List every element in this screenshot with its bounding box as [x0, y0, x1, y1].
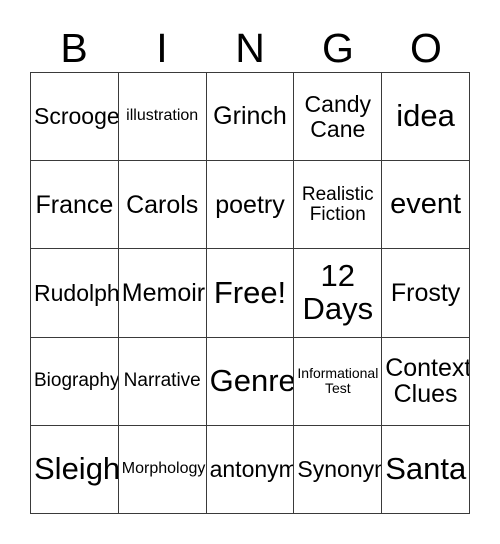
bingo-cell[interactable]: Carols [118, 161, 207, 250]
bingo-cell-label: Candy Cane [304, 91, 372, 142]
bingo-grid: Scrooge illustration Grinch Candy Cane idea F… [30, 72, 470, 514]
bingo-cell[interactable]: Genre [206, 337, 295, 426]
bingo-cell-label: Informational Test [297, 365, 379, 397]
bingo-cell[interactable]: Narrative [118, 337, 207, 426]
bingo-header: B I N G O [30, 16, 470, 70]
bingo-cell-label: Context Clues [385, 353, 470, 409]
bingo-cell-label: 12 Days [302, 258, 374, 326]
bingo-header-letter-g: G [322, 25, 354, 71]
bingo-cell[interactable]: Synonym [294, 425, 383, 514]
bingo-cell-label: idea [396, 98, 455, 134]
bingo-cell[interactable]: Realistic Fiction [294, 161, 383, 250]
bingo-header-letter-i: I [156, 25, 168, 71]
bingo-header-letter-n: N [235, 25, 265, 71]
bingo-cell[interactable]: Morphology [118, 425, 207, 514]
bingo-header-letter-o: O [410, 25, 442, 71]
bingo-cell[interactable]: illustration [118, 73, 207, 162]
bingo-cell-label: Genre [209, 362, 295, 398]
bingo-cell-label: Narrative [123, 370, 201, 392]
bingo-cell-label: France [35, 190, 114, 219]
bingo-cell-label: Grinch [213, 102, 287, 131]
bingo-cell-label: antonym [209, 456, 295, 483]
bingo-card: B I N G O Scrooge illustration Grinch Candy… [0, 0, 500, 544]
bingo-cell[interactable]: Grinch [206, 73, 295, 162]
bingo-cell-label: illustration [126, 107, 199, 125]
bingo-cell-label: Frosty [390, 278, 461, 307]
bingo-cell[interactable]: antonym [206, 425, 295, 514]
bingo-cell-label: Synonym [297, 456, 381, 483]
bingo-cell[interactable]: Free! [206, 249, 295, 338]
bingo-cell[interactable]: Context Clues [382, 337, 470, 426]
bingo-cell[interactable]: Scrooge [31, 73, 119, 162]
bingo-cell-label: Rudolph [34, 279, 119, 306]
bingo-cell-label: Memoir [121, 278, 206, 307]
bingo-cell[interactable]: Biography [31, 337, 119, 426]
bingo-cell[interactable]: Sleigh [31, 425, 119, 514]
bingo-cell[interactable]: Informational Test [294, 337, 383, 426]
bingo-cell-label: Biography [34, 370, 119, 392]
bingo-cell[interactable]: Frosty [382, 249, 470, 338]
bingo-cell[interactable]: Memoir [118, 249, 207, 338]
bingo-cell-label: Carols [126, 190, 199, 219]
bingo-cell[interactable]: Rudolph [31, 249, 119, 338]
bingo-cell[interactable]: 12 Days [294, 249, 383, 338]
bingo-cell-label: Realistic Fiction [301, 183, 374, 225]
bingo-cell-label: Free! [213, 274, 287, 310]
bingo-cell-label: Morphology [121, 459, 206, 477]
bingo-cell[interactable]: poetry [206, 161, 295, 250]
bingo-cell-label: Santa [385, 450, 467, 486]
bingo-cell-label: Sleigh [34, 450, 119, 486]
bingo-cell[interactable]: France [31, 161, 119, 250]
bingo-cell-label: Scrooge [34, 103, 119, 130]
bingo-cell[interactable]: event [382, 161, 470, 250]
bingo-cell-label: poetry [215, 190, 285, 219]
bingo-cell[interactable]: Santa [382, 425, 470, 514]
bingo-header-letter-b: B [60, 25, 88, 71]
bingo-cell[interactable]: idea [382, 73, 470, 162]
bingo-cell-label: event [390, 188, 462, 221]
bingo-cell[interactable]: Candy Cane [294, 73, 383, 162]
